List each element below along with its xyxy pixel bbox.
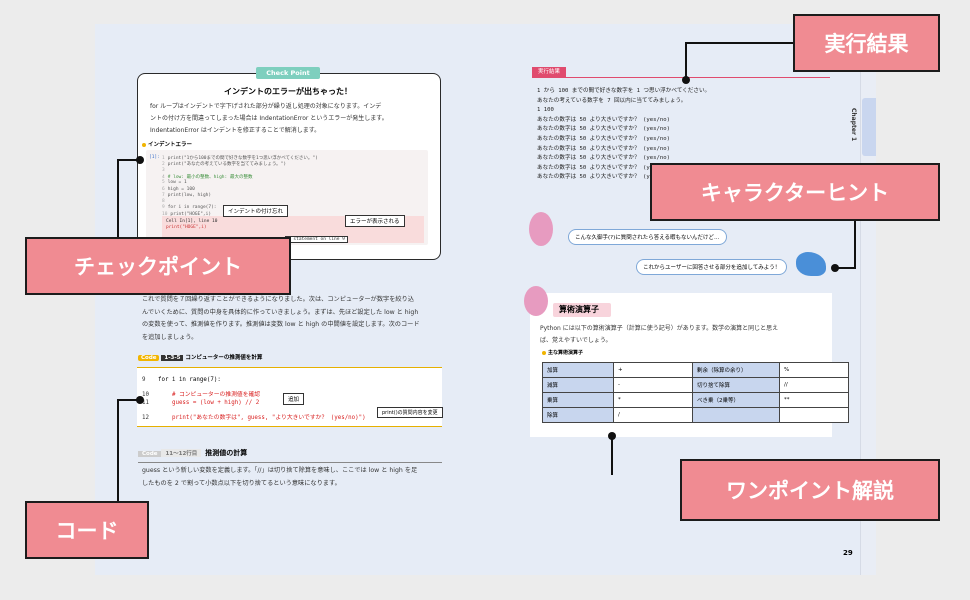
label-character-hint: キャラクターヒント (650, 163, 940, 221)
label-check-point: チェックポイント (25, 237, 291, 295)
label-run-result: 実行結果 (793, 14, 940, 72)
label-code: コード (25, 501, 149, 559)
label-one-point: ワンポイント解説 (680, 459, 940, 521)
